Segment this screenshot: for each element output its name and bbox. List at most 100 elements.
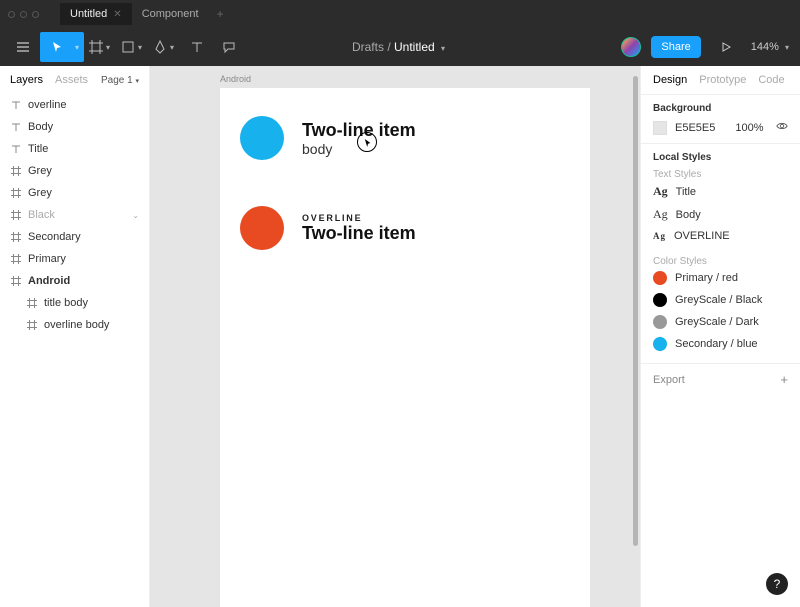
layer-row[interactable]: overline xyxy=(0,94,149,116)
window-min-icon[interactable] xyxy=(20,11,27,18)
layer-row[interactable]: title body xyxy=(0,292,149,314)
frame-layer-icon xyxy=(10,209,22,221)
close-icon[interactable]: ✕ xyxy=(113,9,121,20)
item-overline: OVERLINE xyxy=(302,213,416,223)
frame-layer-icon xyxy=(26,319,38,331)
layer-name: Black xyxy=(28,209,55,221)
layer-row[interactable]: Title xyxy=(0,138,149,160)
tab-code[interactable]: Code xyxy=(758,74,784,86)
text-layer-icon xyxy=(10,99,22,111)
layer-name: Primary xyxy=(28,253,66,265)
help-button[interactable]: ? xyxy=(766,573,788,595)
layer-row[interactable]: Body xyxy=(0,116,149,138)
breadcrumb-current: Untitled xyxy=(394,40,435,54)
item-title: Two-line item xyxy=(302,223,416,244)
chevron-down-icon[interactable]: ▾ xyxy=(72,43,82,52)
layer-name: Grey xyxy=(28,165,52,177)
titlebar: Untitled ✕ Component + xyxy=(0,0,800,28)
page-selector[interactable]: Page 1 ▾ xyxy=(101,75,139,86)
window-max-icon[interactable] xyxy=(32,11,39,18)
ag-icon: Ag xyxy=(653,184,668,199)
avatar-circle-icon xyxy=(240,206,284,250)
avatar-circle-icon xyxy=(240,116,284,160)
layer-row[interactable]: Primary xyxy=(0,248,149,270)
pen-tool[interactable]: ▾ xyxy=(150,32,180,62)
export-section[interactable]: Export + xyxy=(641,363,800,395)
color-style-primary[interactable]: Primary / red xyxy=(653,267,788,289)
color-dot-icon xyxy=(653,337,667,351)
layer-name: Grey xyxy=(28,187,52,199)
color-dot-icon xyxy=(653,315,667,329)
text-tool[interactable] xyxy=(182,32,212,62)
frame-layer-icon xyxy=(26,297,38,309)
plus-icon[interactable]: + xyxy=(780,372,788,387)
text-style-title[interactable]: AgTitle xyxy=(653,180,788,203)
add-tab-icon[interactable]: + xyxy=(217,7,224,21)
canvas[interactable]: Android Two-line item body OVERLINE Two-… xyxy=(150,66,640,607)
frame-layer-icon xyxy=(10,165,22,177)
layer-row[interactable]: Grey xyxy=(0,160,149,182)
tab-label: Untitled xyxy=(70,8,107,20)
layer-row[interactable]: overline body xyxy=(0,314,149,336)
breadcrumb[interactable]: Drafts / Untitled ▾ xyxy=(352,40,448,54)
ag-icon: Ag xyxy=(653,207,668,222)
text-layer-icon xyxy=(10,121,22,133)
color-style-black[interactable]: GreyScale / Black xyxy=(653,289,788,311)
list-item[interactable]: Two-line item body xyxy=(220,88,590,172)
design-panel: Design Prototype Code Background E5E5E5 … xyxy=(640,66,800,607)
color-styles-label: Color Styles xyxy=(653,256,788,267)
layer-name: title body xyxy=(44,297,88,309)
eye-icon[interactable] xyxy=(776,120,788,135)
present-icon[interactable] xyxy=(711,32,741,62)
frame-android[interactable]: Android Two-line item body OVERLINE Two-… xyxy=(220,88,590,607)
local-styles-label: Local Styles xyxy=(653,152,788,163)
comment-tool[interactable] xyxy=(214,32,244,62)
text-style-overline[interactable]: AgOVERLINE xyxy=(653,226,788,246)
ag-icon: Ag xyxy=(653,231,666,241)
layer-name: Body xyxy=(28,121,53,133)
tab-layers[interactable]: Layers xyxy=(10,74,43,86)
frame-layer-icon xyxy=(10,275,22,287)
layer-row[interactable]: Secondary xyxy=(0,226,149,248)
layer-row[interactable]: Android xyxy=(0,270,149,292)
chevron-down-icon[interactable]: ▾ xyxy=(438,44,448,53)
layer-name: overline body xyxy=(44,319,109,331)
tab-untitled[interactable]: Untitled ✕ xyxy=(60,3,132,25)
background-label: Background xyxy=(653,103,788,114)
layer-row[interactable]: Grey xyxy=(0,182,149,204)
layer-row[interactable]: Black ⌄ xyxy=(0,204,149,226)
window-close-icon[interactable] xyxy=(8,11,15,18)
zoom-level[interactable]: 144% ▾ xyxy=(751,41,792,53)
text-style-body[interactable]: AgBody xyxy=(653,203,788,226)
export-label: Export xyxy=(653,374,685,386)
layer-name: overline xyxy=(28,99,67,111)
avatar[interactable] xyxy=(621,37,641,57)
share-button[interactable]: Share xyxy=(651,36,700,58)
chevron-icon[interactable]: ⌄ xyxy=(132,211,139,220)
scrollbar-vertical[interactable] xyxy=(633,76,638,546)
color-style-secondary[interactable]: Secondary / blue xyxy=(653,333,788,355)
tab-component[interactable]: Component xyxy=(132,3,209,25)
tab-prototype[interactable]: Prototype xyxy=(699,74,746,86)
move-tool[interactable]: ▾ xyxy=(40,32,84,62)
frame-label: Android xyxy=(220,74,251,84)
color-dot-icon xyxy=(653,293,667,307)
arrow-cursor-icon xyxy=(364,138,372,148)
shape-tool[interactable]: ▾ xyxy=(118,32,148,62)
menu-icon[interactable] xyxy=(8,32,38,62)
breadcrumb-root: Drafts xyxy=(352,40,384,54)
layer-name: Title xyxy=(28,143,48,155)
tab-design[interactable]: Design xyxy=(653,74,687,86)
text-layer-icon xyxy=(10,143,22,155)
color-swatch-icon[interactable] xyxy=(653,121,667,135)
frame-layer-icon xyxy=(10,187,22,199)
frame-tool[interactable]: ▾ xyxy=(86,32,116,62)
layer-name: Android xyxy=(28,275,70,287)
background-hex[interactable]: E5E5E5 xyxy=(675,122,715,134)
layer-name: Secondary xyxy=(28,231,81,243)
background-opacity[interactable]: 100% xyxy=(735,122,763,134)
list-item[interactable]: OVERLINE Two-line item xyxy=(220,172,590,262)
color-style-dark[interactable]: GreyScale / Dark xyxy=(653,311,788,333)
color-dot-icon xyxy=(653,271,667,285)
tab-assets[interactable]: Assets xyxy=(55,74,88,86)
